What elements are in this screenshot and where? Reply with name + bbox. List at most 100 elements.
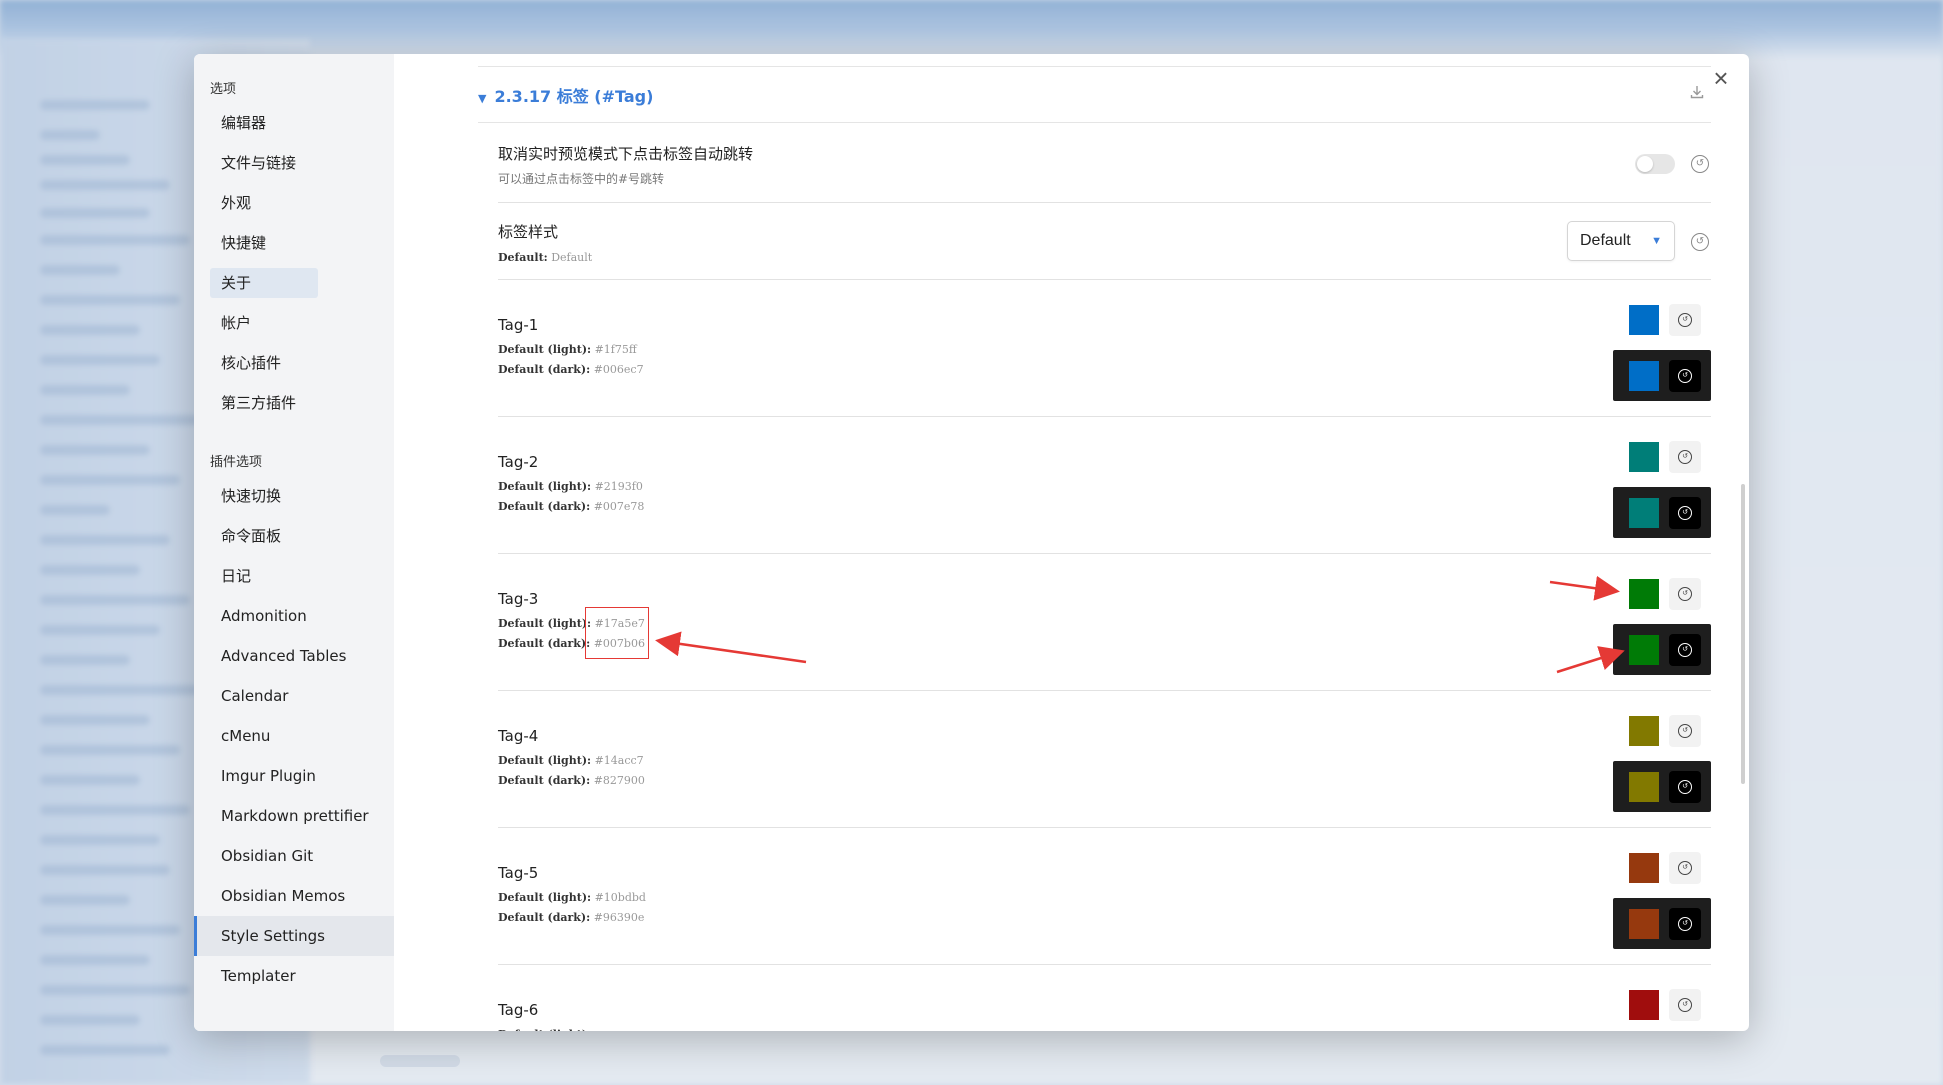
sidebar-item-calendar[interactable]: Calendar — [194, 676, 394, 716]
reset-dark-button[interactable]: ↺ — [1669, 634, 1701, 666]
setting-tag-3: Tag-3 Default (light): #17a5e7 Default (da… — [498, 554, 1711, 691]
default-dark: Default (dark): #827900 — [498, 774, 645, 787]
setting-tag-1: Tag-1 Default (light): #1f75ff Default (da… — [498, 280, 1711, 417]
reset-light-button[interactable]: ↺ — [1669, 441, 1701, 473]
sidebar-item-about[interactable]: 关于 — [210, 268, 318, 298]
sidebar-item-daily-notes[interactable]: 日记 — [194, 556, 394, 596]
reset-dark-button[interactable]: ↺ — [1669, 908, 1701, 940]
sidebar-item-style-settings[interactable]: Style Settings — [194, 916, 394, 956]
sidebar-group-options: 选项 — [210, 82, 237, 97]
tag-jump-toggle[interactable] — [1635, 154, 1675, 174]
setting-tag-style: 标签样式 Default: Default Default ▼ ↺ — [498, 203, 1711, 280]
reset-icon: ↺ — [1678, 643, 1692, 657]
sidebar-item-account[interactable]: 帐户 — [194, 303, 394, 343]
sidebar-item-command-palette[interactable]: 命令面板 — [194, 516, 394, 556]
reset-light-button[interactable]: ↺ — [1669, 578, 1701, 610]
default-dark: Default (dark): #96390e — [498, 911, 645, 924]
dark-color-control: ↺ — [1613, 761, 1711, 812]
sidebar-item-files-links[interactable]: 文件与链接 — [194, 143, 394, 183]
sidebar-item-admonition[interactable]: Admonition — [194, 596, 394, 636]
light-color-swatch[interactable] — [1629, 716, 1659, 746]
sidebar-item-hotkeys[interactable]: 快捷键 — [194, 223, 394, 263]
default-light: Default (light): #17a5e7 — [498, 617, 645, 630]
sidebar-item-community-plugins[interactable]: 第三方插件 — [194, 383, 394, 423]
default-light: Default (light): #1f75ff — [498, 343, 637, 356]
settings-sidebar: 选项 编辑器 文件与链接 外观 快捷键 关于 帐户 核心插件 第三方插件 插件选… — [194, 54, 394, 1031]
light-color-control: ↺ — [1613, 435, 1711, 479]
tag-name: Tag-6 — [498, 1001, 539, 1019]
sidebar-item-cmenu[interactable]: cMenu — [194, 716, 394, 756]
dark-color-swatch[interactable] — [1629, 635, 1659, 665]
setting-description: 可以通过点击标签中的#号跳转 — [498, 172, 665, 186]
sidebar-item-obsidian-memos[interactable]: Obsidian Memos — [194, 876, 394, 916]
reset-dark-button[interactable]: ↺ — [1669, 497, 1701, 529]
reset-light-button[interactable]: ↺ — [1669, 715, 1701, 747]
setting-disable-tag-jump: 取消实时预览模式下点击标签自动跳转 可以通过点击标签中的#号跳转 ↺ — [498, 123, 1711, 203]
dark-color-swatch[interactable] — [1629, 909, 1659, 939]
reset-light-button[interactable]: ↺ — [1669, 852, 1701, 884]
reset-light-button[interactable]: ↺ — [1669, 989, 1701, 1021]
setting-tag-2: Tag-2 Default (light): #2193f0 Default (da… — [498, 417, 1711, 554]
reset-icon: ↺ — [1678, 313, 1692, 327]
default-light: Default (light): — [498, 1028, 1711, 1031]
default-dark: Default (dark): #006ec7 — [498, 363, 644, 376]
light-color-control: ↺ — [1613, 709, 1711, 753]
sidebar-item-advanced-tables[interactable]: Advanced Tables — [194, 636, 394, 676]
tag-name: Tag-1 — [498, 316, 539, 334]
default-light: Default (light): #10bdbd — [498, 891, 646, 904]
reset-icon[interactable]: ↺ — [1691, 233, 1709, 251]
light-color-swatch[interactable] — [1629, 579, 1659, 609]
tag-name: Tag-2 — [498, 453, 539, 471]
sidebar-item-appearance[interactable]: 外观 — [194, 183, 394, 223]
tag-color-list: Tag-1 Default (light): #1f75ff Default (da… — [478, 280, 1711, 1031]
dark-color-control: ↺ — [1613, 898, 1711, 949]
section-title-text: 2.3.17 标签 (#Tag) — [494, 86, 654, 106]
sidebar-item-templater[interactable]: Templater — [194, 956, 394, 996]
tag-name: Tag-3 — [498, 590, 539, 608]
reset-icon[interactable]: ↺ — [1691, 155, 1709, 173]
chevron-down-icon: ▼ — [1651, 235, 1662, 247]
reset-icon: ↺ — [1678, 369, 1692, 383]
sidebar-item-quick-switcher[interactable]: 快速切换 — [194, 476, 394, 516]
reset-icon: ↺ — [1678, 780, 1692, 794]
annotation-highlight-box — [585, 607, 649, 659]
tag-name: Tag-5 — [498, 864, 539, 882]
reset-light-button[interactable]: ↺ — [1669, 304, 1701, 336]
light-color-swatch[interactable] — [1629, 990, 1659, 1020]
dark-color-control: ↺ — [1613, 487, 1711, 538]
default-dark: Default (dark): #007b06 — [498, 637, 645, 650]
section-header[interactable]: ▼ 2.3.17 标签 (#Tag) — [478, 66, 1711, 123]
light-color-control: ↺ — [1613, 298, 1711, 342]
reset-icon: ↺ — [1678, 724, 1692, 738]
collapse-caret-icon[interactable]: ▼ — [478, 92, 486, 105]
reset-icon: ↺ — [1678, 450, 1692, 464]
sidebar-item-markdown-prettifier[interactable]: Markdown prettifier — [194, 796, 394, 836]
setting-tag-6: Tag-6 Default (light): ↺ — [498, 965, 1711, 1031]
dark-color-swatch[interactable] — [1629, 772, 1659, 802]
default-light: Default (light): #14acc7 — [498, 754, 644, 767]
reset-icon: ↺ — [1678, 506, 1692, 520]
light-color-swatch[interactable] — [1629, 853, 1659, 883]
settings-content: ▼ 2.3.17 标签 (#Tag) 取消实时预览模式下点击标签自动跳转 可以通过… — [394, 54, 1749, 1031]
sidebar-item-obsidian-git[interactable]: Obsidian Git — [194, 836, 394, 876]
download-icon[interactable] — [1689, 84, 1705, 105]
light-color-control: ↺ — [1613, 983, 1711, 1027]
scrollbar[interactable] — [1741, 484, 1745, 784]
dark-color-swatch[interactable] — [1629, 498, 1659, 528]
section-title[interactable]: ▼ 2.3.17 标签 (#Tag) — [478, 83, 653, 107]
settings-modal: × 选项 编辑器 文件与链接 外观 快捷键 关于 帐户 核心插件 第三方插件 插… — [194, 54, 1749, 1031]
dark-color-swatch[interactable] — [1629, 361, 1659, 391]
setting-tag-4: Tag-4 Default (light): #14acc7 Default (da… — [498, 691, 1711, 828]
sidebar-item-imgur-plugin[interactable]: Imgur Plugin — [194, 756, 394, 796]
tag-style-select[interactable]: Default ▼ — [1567, 221, 1675, 261]
sidebar-item-editor[interactable]: 编辑器 — [194, 103, 394, 143]
reset-dark-button[interactable]: ↺ — [1669, 360, 1701, 392]
reset-icon: ↺ — [1678, 861, 1692, 875]
light-color-swatch[interactable] — [1629, 305, 1659, 335]
reset-dark-button[interactable]: ↺ — [1669, 771, 1701, 803]
reset-icon: ↺ — [1678, 917, 1692, 931]
setting-name: 取消实时预览模式下点击标签自动跳转 — [498, 145, 754, 163]
sidebar-item-core-plugins[interactable]: 核心插件 — [194, 343, 394, 383]
default-light: Default (light): #2193f0 — [498, 480, 643, 493]
light-color-swatch[interactable] — [1629, 442, 1659, 472]
